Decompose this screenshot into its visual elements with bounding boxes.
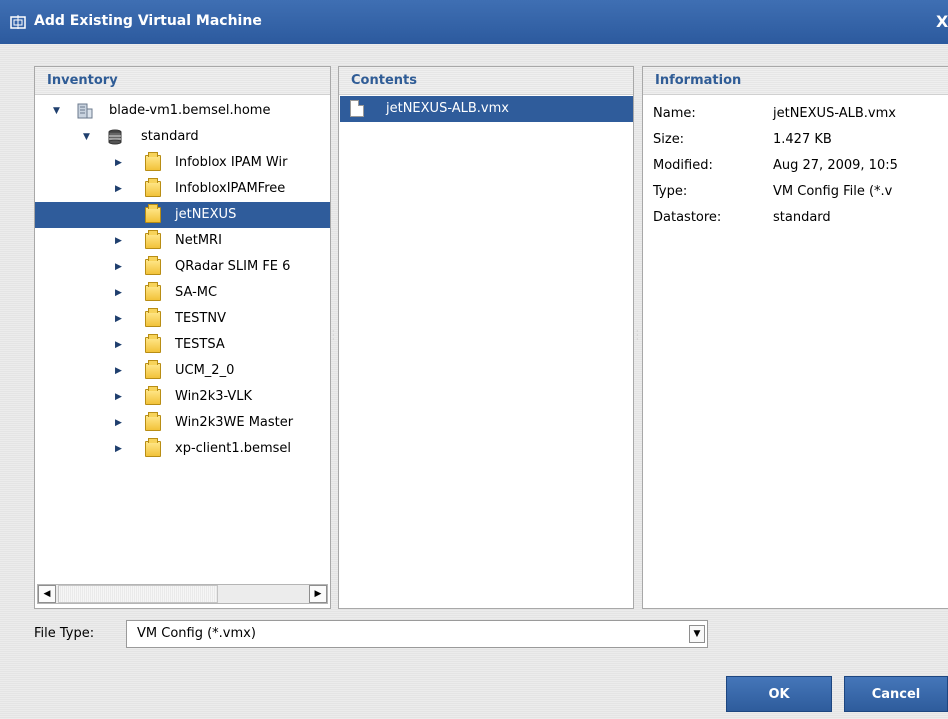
collapsed-triangle-icon[interactable]: ▶ <box>115 176 125 202</box>
folder-label: UCM_2_0 <box>175 363 235 378</box>
folder-icon <box>145 360 161 379</box>
folder-label: QRadar SLIM FE 6 <box>175 259 291 274</box>
info-key: Datastore: <box>653 210 722 225</box>
collapsed-triangle-icon[interactable]: ▶ <box>115 410 125 436</box>
info-key: Size: <box>653 132 685 147</box>
collapsed-triangle-icon[interactable]: ▶ <box>115 280 125 306</box>
info-value: standard <box>773 210 831 225</box>
tree-folder-item[interactable]: ▶ Win2k3-VLK <box>35 384 330 410</box>
collapsed-triangle-icon[interactable]: ▶ <box>115 150 125 176</box>
inventory-header: Inventory <box>35 67 330 95</box>
collapsed-triangle-icon[interactable]: ▶ <box>115 332 125 358</box>
tree-folder-item[interactable]: ▶ xp-client1.bemsel <box>35 436 330 462</box>
tree-datastore[interactable]: ▼ standard <box>35 124 330 150</box>
info-value: Aug 27, 2009, 10:5 <box>773 158 898 173</box>
collapsed-triangle-icon[interactable]: ▶ <box>115 228 125 254</box>
folder-label: TESTNV <box>175 311 226 326</box>
collapsed-triangle-icon[interactable]: ▶ <box>115 306 125 332</box>
file-type-value: VM Config (*.vmx) <box>137 626 256 641</box>
datastore-icon <box>108 129 122 145</box>
info-key: Name: <box>653 106 696 121</box>
folder-label: Infoblox IPAM Wir <box>175 155 288 170</box>
folder-label: jetNEXUS <box>175 207 237 222</box>
splitter-handle[interactable]: · · · <box>332 328 336 350</box>
info-value: VM Config File (*.v <box>773 184 893 199</box>
collapsed-triangle-icon[interactable]: ▶ <box>115 436 125 462</box>
datastore-label: standard <box>141 129 199 144</box>
tree-folder-item[interactable]: ▶ TESTNV <box>35 306 330 332</box>
tree-folder-item[interactable]: ▶ NetMRI <box>35 228 330 254</box>
folder-label: TESTSA <box>175 337 225 352</box>
add-vm-icon <box>10 15 26 29</box>
chevron-down-icon[interactable]: ▼ <box>689 625 705 643</box>
dialog-title: Add Existing Virtual Machine <box>34 13 262 29</box>
tree-folder-item[interactable]: ▶ Win2k3WE Master <box>35 410 330 436</box>
folder-icon <box>145 204 161 223</box>
information-header: Information <box>643 67 948 95</box>
folder-label: InfobloxIPAMFree <box>175 181 286 196</box>
file-type-select[interactable]: VM Config (*.vmx) ▼ <box>126 620 708 648</box>
tree-folder-item[interactable]: ▶ UCM_2_0 <box>35 358 330 384</box>
expanded-triangle-icon[interactable]: ▼ <box>83 124 93 150</box>
contents-item[interactable]: jetNEXUS-ALB.vmx <box>340 96 633 122</box>
collapsed-triangle-icon[interactable]: ▶ <box>115 358 125 384</box>
folder-icon <box>145 334 161 353</box>
collapsed-triangle-icon[interactable]: ▶ <box>115 254 125 280</box>
tree-root-host[interactable]: ▼ blade-vm1.bemsel.home <box>35 98 330 124</box>
info-key: Type: <box>653 184 688 199</box>
folder-icon <box>145 256 161 275</box>
folder-icon <box>145 178 161 197</box>
info-value: jetNEXUS-ALB.vmx <box>773 106 896 121</box>
splitter-handle[interactable]: · · · <box>636 328 640 350</box>
folder-label: xp-client1.bemsel <box>175 441 292 456</box>
dialog-title-bar: Add Existing Virtual Machine X <box>0 0 948 44</box>
ok-button[interactable]: OK <box>726 676 832 712</box>
scroll-left-button[interactable]: ◀ <box>38 585 56 603</box>
contents-panel: Contents jetNEXUS-ALB.vmx <box>338 66 634 609</box>
file-icon <box>350 100 364 117</box>
tree-folder-item[interactable]: ▶ QRadar SLIM FE 6 <box>35 254 330 280</box>
file-type-label: File Type: <box>34 626 95 641</box>
folder-icon <box>145 412 161 431</box>
collapsed-triangle-icon[interactable]: ▶ <box>115 384 125 410</box>
contents-header: Contents <box>339 67 633 95</box>
folder-icon <box>145 308 161 327</box>
folder-icon <box>145 152 161 171</box>
host-label: blade-vm1.bemsel.home <box>109 103 271 118</box>
info-key: Modified: <box>653 158 713 173</box>
horizontal-scrollbar[interactable]: ◀ ▶ <box>37 584 328 604</box>
tree-folder-item[interactable]: ▶ SA-MC <box>35 280 330 306</box>
scroll-right-button[interactable]: ▶ <box>309 585 327 603</box>
host-icon <box>77 103 93 119</box>
information-panel: Information Name: jetNEXUS-ALB.vmx Size:… <box>642 66 948 609</box>
contents-item-label: jetNEXUS-ALB.vmx <box>386 101 509 116</box>
tree-folder-item[interactable]: ▶ Infoblox IPAM Wir <box>35 150 330 176</box>
folder-label: SA-MC <box>175 285 218 300</box>
folder-icon <box>145 230 161 249</box>
tree-folder-item[interactable]: ▶ TESTSA <box>35 332 330 358</box>
folder-label: Win2k3WE Master <box>175 415 294 430</box>
folder-label: NetMRI <box>175 233 222 248</box>
folder-icon <box>145 438 161 457</box>
folder-label: Win2k3-VLK <box>175 389 253 404</box>
expanded-triangle-icon[interactable]: ▼ <box>53 98 63 124</box>
cancel-button[interactable]: Cancel <box>844 676 948 712</box>
folder-icon <box>145 386 161 405</box>
tree-folder-item[interactable]: ▶ InfobloxIPAMFree <box>35 176 330 202</box>
inventory-panel: Inventory ▼ blade-vm1.bemsel.home ▼ stan… <box>34 66 331 609</box>
close-button[interactable]: X <box>936 12 948 32</box>
folder-icon <box>145 282 161 301</box>
tree-folder-item[interactable]: jetNEXUS <box>35 202 330 228</box>
scroll-thumb[interactable] <box>58 585 218 603</box>
info-value: 1.427 KB <box>773 132 832 147</box>
